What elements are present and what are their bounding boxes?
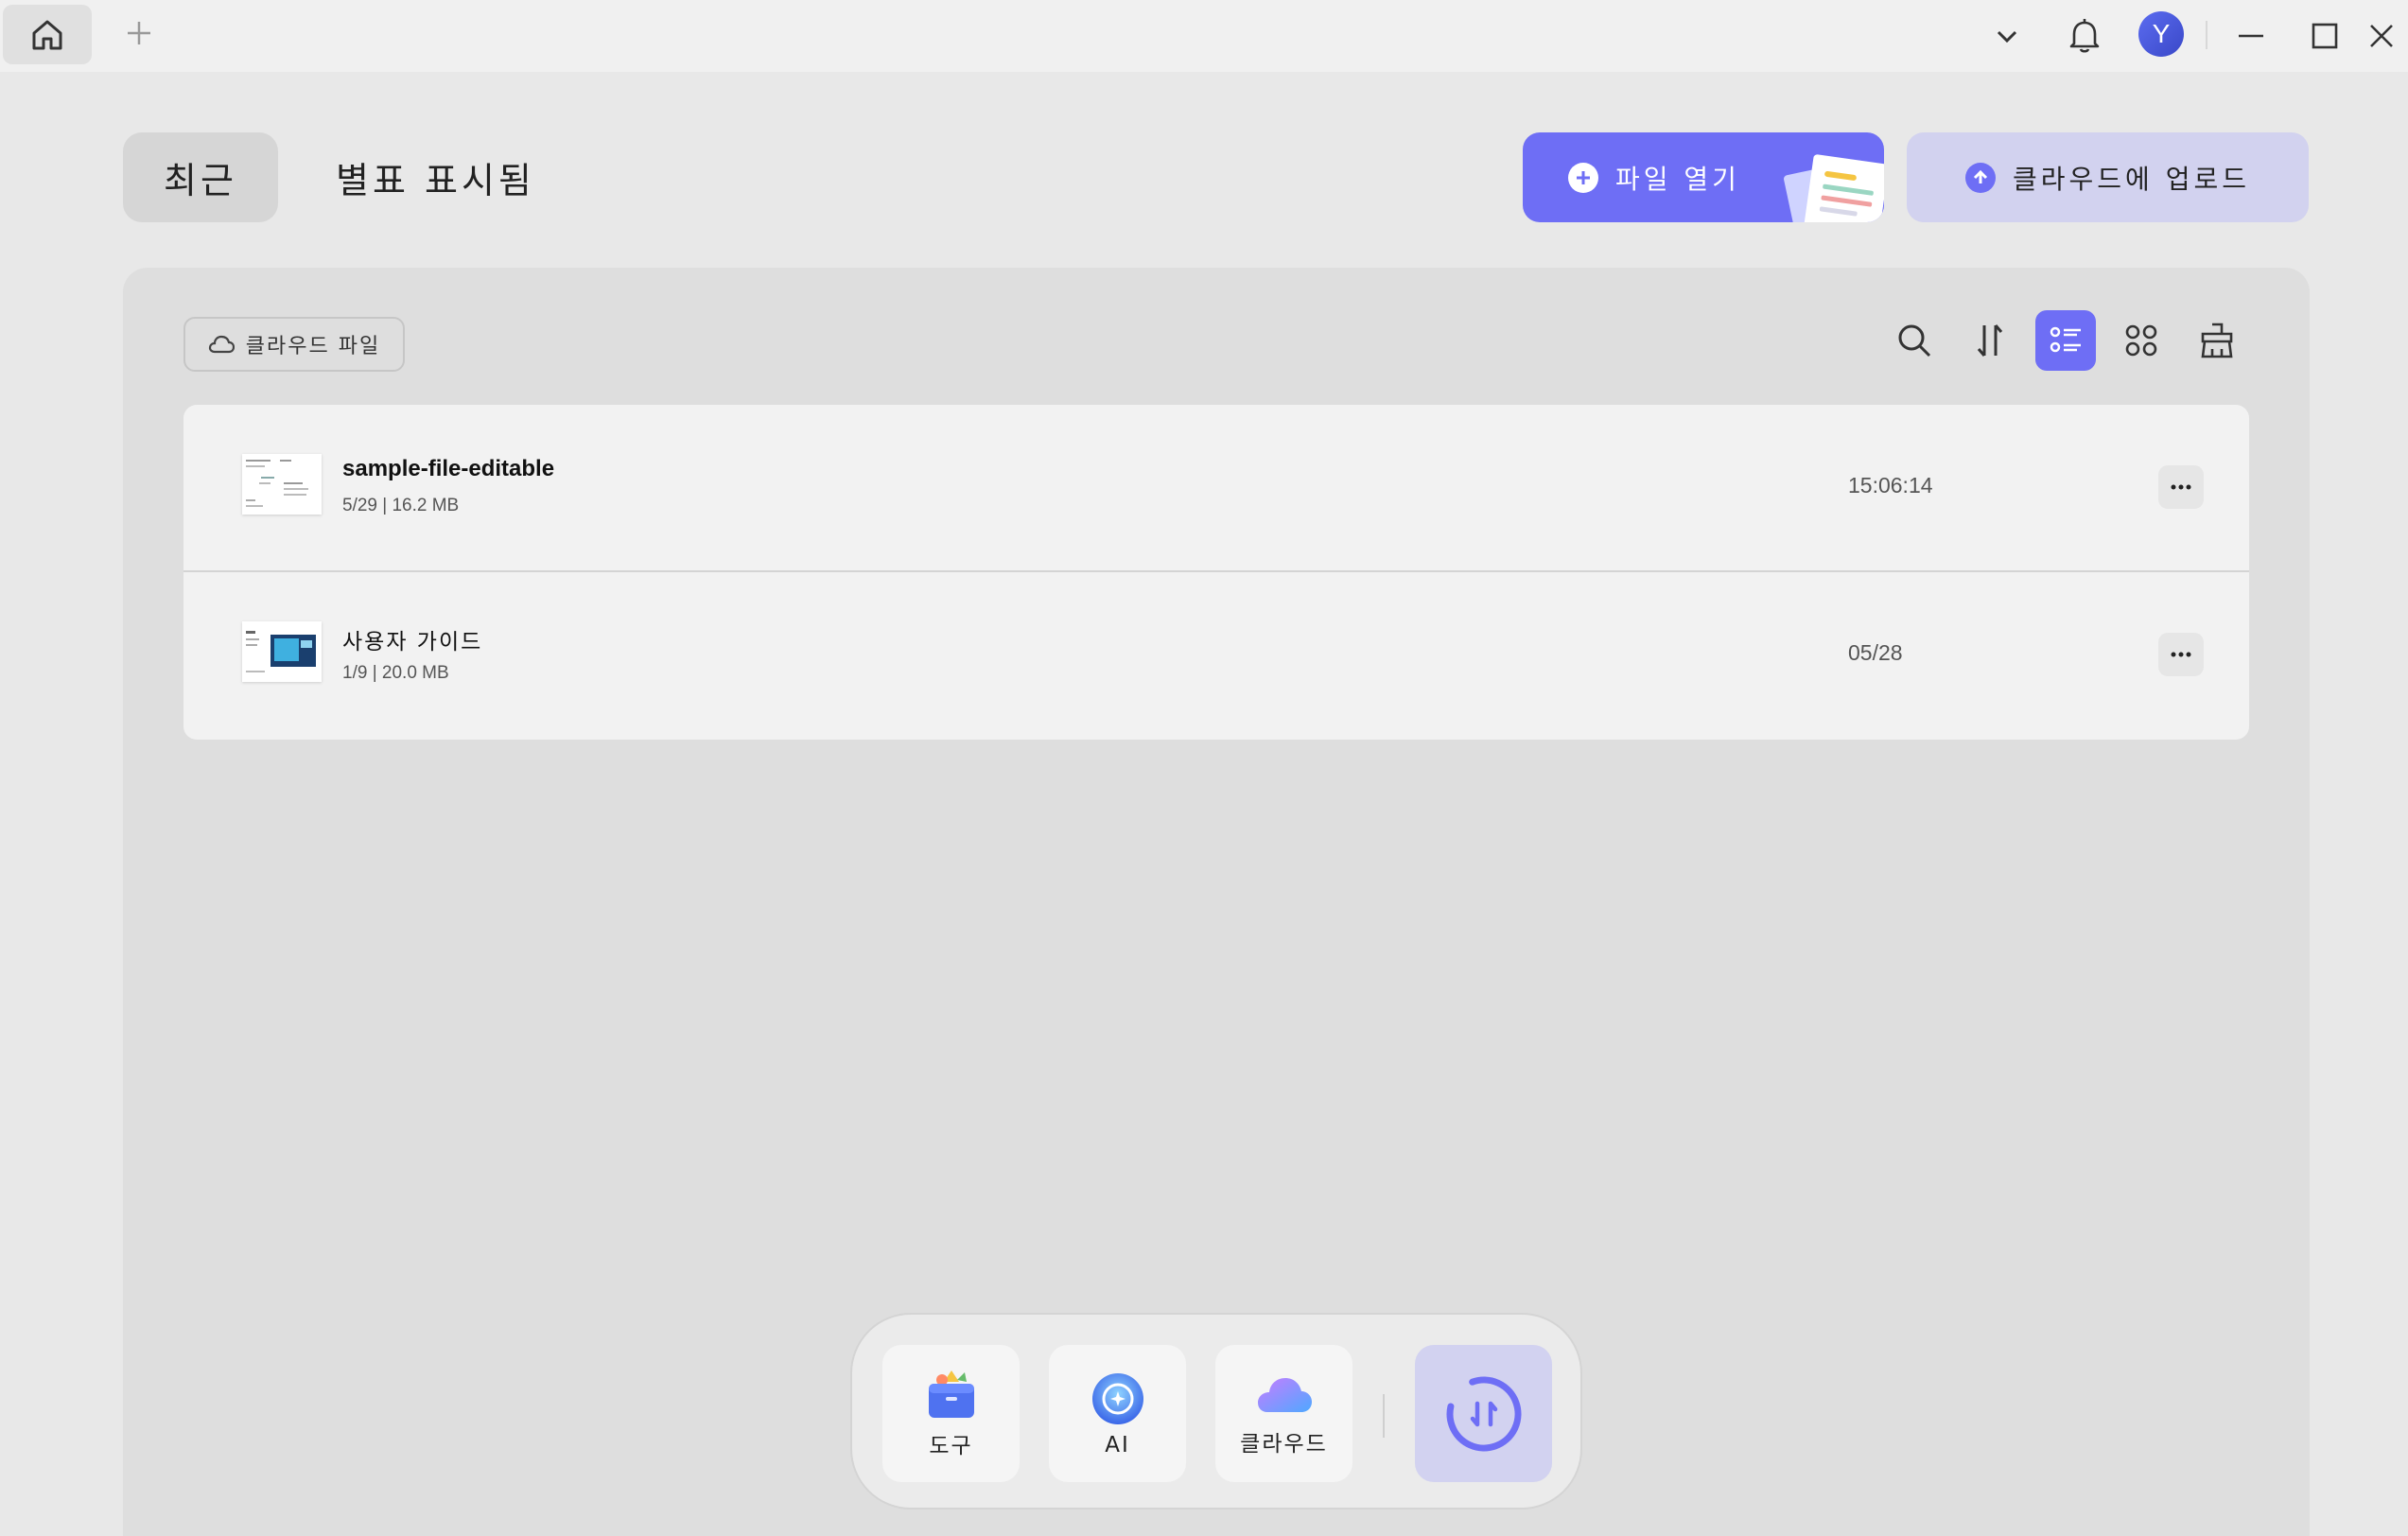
sort-button[interactable] — [1960, 310, 2020, 371]
file-meta: 1/9 | 20.0 MB — [342, 663, 449, 683]
cloud-files-label: 클라우드 파일 — [245, 335, 381, 358]
dock-tools-button[interactable]: 도구 — [882, 1345, 1020, 1482]
more-icon — [2171, 652, 2191, 657]
clear-history-button[interactable] — [2187, 310, 2247, 371]
home-tab[interactable] — [3, 5, 92, 64]
broom-icon — [2201, 323, 2233, 358]
dock-ai-label: AI — [1105, 1432, 1130, 1457]
dock-cloud-button[interactable]: 클라우드 — [1215, 1345, 1352, 1482]
ai-assistant-icon — [1091, 1372, 1143, 1424]
recent-files-icon — [1446, 1376, 1521, 1451]
tab-recent[interactable]: 최근 — [123, 132, 278, 222]
upload-arrow-icon — [1965, 162, 1996, 193]
home-icon — [32, 20, 62, 49]
file-name: 사용자 가이드 — [342, 630, 483, 655]
dock-recent-button[interactable] — [1415, 1345, 1552, 1482]
minimize-button[interactable] — [2225, 9, 2277, 62]
file-thumbnail — [242, 454, 322, 515]
chevron-down-icon — [1997, 30, 2017, 44]
file-thumbnail — [242, 621, 322, 682]
file-list: sample-file-editable 5/29 | 16.2 MB 15:0… — [183, 405, 2249, 740]
close-button[interactable] — [2355, 9, 2408, 62]
new-tab-button[interactable] — [119, 13, 159, 53]
file-time: 15:06:14 — [1848, 473, 1933, 497]
more-icon — [2171, 484, 2191, 490]
toolbox-icon — [928, 1370, 974, 1418]
avatar[interactable]: Y — [2138, 11, 2184, 57]
plus-icon — [128, 22, 150, 44]
cloud-files-filter[interactable]: 클라우드 파일 — [183, 317, 405, 372]
grid-view-icon — [2125, 324, 2157, 357]
maximize-button[interactable] — [2298, 9, 2351, 62]
file-meta: 5/29 | 16.2 MB — [342, 496, 460, 515]
bell-icon — [2069, 19, 2100, 53]
dock-ai-button[interactable]: AI — [1049, 1345, 1186, 1482]
notifications-button[interactable] — [2058, 9, 2111, 62]
open-file-button[interactable]: 파일 열기 — [1523, 132, 1884, 222]
dock-tools-label: 도구 — [929, 1433, 973, 1458]
dock-divider — [1383, 1394, 1385, 1438]
upload-label: 클라우드에 업로드 — [2013, 163, 2250, 195]
open-file-label: 파일 열기 — [1615, 163, 1740, 195]
avatar-initial: Y — [2152, 19, 2171, 48]
file-row[interactable]: 사용자 가이드 1/9 | 20.0 MB 05/28 — [183, 572, 2249, 740]
dropdown-button[interactable] — [1980, 9, 2033, 62]
more-options-button[interactable] — [2158, 633, 2204, 676]
file-row[interactable]: sample-file-editable 5/29 | 16.2 MB 15:0… — [183, 405, 2249, 572]
title-bar: Y — [0, 0, 2408, 72]
file-time: 05/28 — [1848, 640, 1903, 665]
maximize-icon — [2312, 23, 2338, 49]
list-view-button[interactable] — [2035, 310, 2096, 371]
list-view-icon — [2050, 326, 2081, 353]
cloud-icon — [208, 335, 235, 354]
sort-icon — [1977, 324, 2003, 357]
dock-cloud-label: 클라우드 — [1240, 1431, 1328, 1457]
grid-view-button[interactable] — [2111, 310, 2172, 371]
plus-circle-icon — [1568, 162, 1598, 193]
tab-starred[interactable]: 별표 표시됨 — [336, 132, 535, 222]
search-icon — [1898, 324, 1931, 358]
minimize-icon — [2239, 34, 2263, 38]
upload-to-cloud-button[interactable]: 클라우드에 업로드 — [1907, 132, 2309, 222]
more-options-button[interactable] — [2158, 465, 2204, 509]
titlebar-divider — [2206, 21, 2207, 49]
cloud-icon — [1257, 1377, 1312, 1412]
documents-illustration-icon — [1784, 154, 1884, 222]
search-button[interactable] — [1884, 310, 1945, 371]
close-icon — [2370, 25, 2393, 47]
bottom-dock: 도구 AI 클라우드 — [850, 1313, 1582, 1510]
file-name: sample-file-editable — [342, 456, 555, 481]
